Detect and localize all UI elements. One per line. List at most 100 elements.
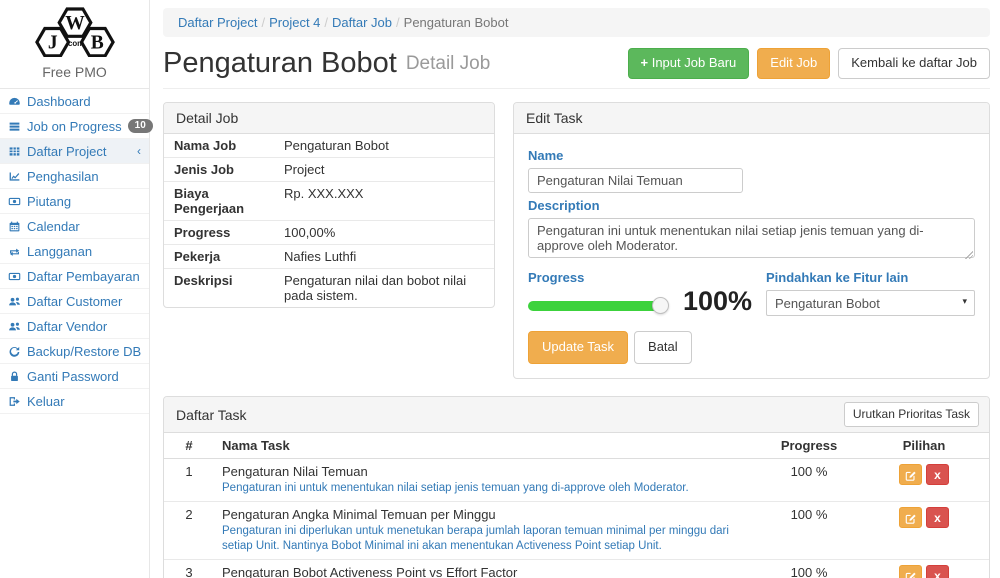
page-subtitle: Detail Job: [406, 53, 491, 75]
sidebar-item-label: Daftar Customer: [27, 294, 122, 309]
move-feature-select[interactable]: Pengaturan Bobot: [766, 290, 975, 316]
daftar-task-panel: Daftar Task Urutkan Prioritas Task # Nam…: [163, 396, 990, 578]
app-window: W J B .com Free PMO Dashboard Job on Pro…: [0, 0, 1000, 578]
sidebar-item-label: Penghasilan: [27, 169, 99, 184]
task-name: Pengaturan Angka Minimal Temuan per Ming…: [222, 507, 751, 522]
sidebar-item-label: Ganti Password: [27, 369, 119, 384]
task-row-2: 2 Pengaturan Angka Minimal Temuan per Mi…: [164, 502, 989, 560]
slider-handle[interactable]: [652, 297, 669, 314]
users-icon: [8, 320, 21, 333]
batal-button[interactable]: Batal: [634, 331, 692, 364]
detail-row-nama-job: Nama Job Pengaturan Bobot: [164, 134, 494, 158]
resize-grip-icon[interactable]: [964, 250, 973, 259]
detail-job-panel: Detail Job Nama Job Pengaturan Bobot Jen…: [163, 102, 495, 308]
form-buttons: Update Task Batal: [528, 331, 975, 364]
task-progress: 100 %: [759, 502, 859, 527]
edit-task-button[interactable]: [899, 565, 922, 578]
lock-icon: [8, 370, 21, 383]
progress-slider[interactable]: [528, 301, 661, 311]
retweet-icon: [8, 245, 21, 258]
sidebar-item-label: Langganan: [27, 244, 92, 259]
sidebar-item-label: Calendar: [27, 219, 80, 234]
sidebar-item-langganan[interactable]: Langganan: [0, 239, 149, 264]
header-buttons: + Input Job Baru Edit Job Kembali ke daf…: [628, 48, 991, 79]
calendar-icon: [8, 220, 21, 233]
chevron-left-icon: ‹: [137, 144, 141, 158]
plus-icon: +: [641, 55, 649, 70]
input-job-baru-button[interactable]: + Input Job Baru: [628, 48, 750, 79]
sign-out-icon: [8, 395, 21, 408]
money-icon: [8, 270, 21, 283]
main-content: Daftar Project/Project 4/Daftar Job/Peng…: [150, 0, 1000, 578]
sidebar-item-calendar[interactable]: Calendar: [0, 214, 149, 239]
task-table-header: # Nama Task Progress Pilihan: [164, 433, 989, 459]
svg-text:.com: .com: [65, 39, 83, 48]
edit-task-button[interactable]: [899, 464, 922, 485]
sidebar-item-daftar-vendor[interactable]: Daftar Vendor: [0, 314, 149, 339]
delete-task-button[interactable]: x: [926, 565, 949, 578]
detail-row-progress: Progress 100,00%: [164, 221, 494, 245]
task-progress: 100 %: [759, 560, 859, 578]
delete-task-button[interactable]: x: [926, 507, 949, 528]
money-icon: [8, 195, 21, 208]
sidebar-item-backup-restore[interactable]: Backup/Restore DB: [0, 339, 149, 364]
page-header: Pengaturan Bobot Detail Job + Input Job …: [163, 47, 990, 89]
svg-text:B: B: [90, 33, 103, 54]
sidebar: W J B .com Free PMO Dashboard Job on Pro…: [0, 0, 150, 578]
update-task-button[interactable]: Update Task: [528, 331, 628, 364]
breadcrumb-link-project-4[interactable]: Project 4: [269, 15, 320, 30]
edit-task-form: Name Description Pengaturan ini untuk me…: [514, 134, 989, 378]
brand-logo[interactable]: W J B .com Free PMO: [0, 0, 149, 89]
sidebar-menu: Dashboard Job on Progress 10 Daftar Proj…: [0, 89, 149, 414]
name-label: Name: [528, 148, 975, 163]
task-name: Pengaturan Nilai Temuan: [222, 464, 751, 479]
urutkan-prioritas-task-button-top[interactable]: Urutkan Prioritas Task: [844, 402, 979, 427]
refresh-icon: [8, 345, 21, 358]
edit-task-panel-title: Edit Task: [514, 103, 989, 134]
sidebar-item-piutang[interactable]: Piutang: [0, 189, 149, 214]
sidebar-item-penghasilan[interactable]: Penghasilan: [0, 164, 149, 189]
edit-job-button[interactable]: Edit Job: [757, 48, 830, 79]
col-nama-task: Nama Task: [214, 433, 759, 458]
breadcrumb-separator: /: [324, 15, 328, 30]
delete-task-button[interactable]: x: [926, 464, 949, 485]
line-chart-icon: [8, 170, 21, 183]
dashboard-icon: [8, 95, 21, 108]
sidebar-item-label: Backup/Restore DB: [27, 344, 141, 359]
sidebar-item-label: Daftar Pembayaran: [27, 269, 140, 284]
col-num: #: [164, 433, 214, 458]
sidebar-item-label: Job on Progress: [27, 119, 122, 134]
edit-task-panel: Edit Task Name Description Pengaturan in…: [513, 102, 990, 379]
task-row-3: 3 Pengaturan Bobot Activeness Point vs E…: [164, 560, 989, 578]
users-icon: [8, 295, 21, 308]
sidebar-item-dashboard[interactable]: Dashboard: [0, 89, 149, 114]
move-feature-label: Pindahkan ke Fitur lain: [766, 270, 975, 285]
task-description-textarea[interactable]: Pengaturan ini untuk menentukan nilai se…: [528, 218, 975, 258]
kembali-ke-daftar-job-button[interactable]: Kembali ke daftar Job: [838, 48, 990, 79]
col-progress: Progress: [759, 433, 859, 458]
sidebar-item-keluar[interactable]: Keluar: [0, 389, 149, 414]
breadcrumb-current: Pengaturan Bobot: [404, 15, 509, 30]
task-description: Pengaturan ini untuk menentukan nilai se…: [222, 481, 751, 496]
page-title: Pengaturan Bobot: [163, 47, 397, 80]
detail-row-jenis-job: Jenis Job Project: [164, 158, 494, 182]
breadcrumb: Daftar Project/Project 4/Daftar Job/Peng…: [163, 8, 990, 37]
breadcrumb-link-daftar-job[interactable]: Daftar Job: [332, 15, 392, 30]
daftar-task-heading: Daftar Task Urutkan Prioritas Task: [164, 397, 989, 433]
table-icon: [8, 145, 21, 158]
breadcrumb-separator: /: [261, 15, 265, 30]
task-row-1: 1 Pengaturan Nilai Temuan Pengaturan ini…: [164, 459, 989, 502]
sidebar-item-label: Daftar Vendor: [27, 319, 107, 334]
col-pilihan: Pilihan: [859, 433, 989, 458]
sidebar-item-daftar-project[interactable]: Daftar Project ‹: [0, 139, 149, 164]
sidebar-item-daftar-pembayaran[interactable]: Daftar Pembayaran: [0, 264, 149, 289]
sidebar-item-job-on-progress[interactable]: Job on Progress 10: [0, 114, 149, 139]
sidebar-item-ganti-password[interactable]: Ganti Password: [0, 364, 149, 389]
daftar-task-title: Daftar Task: [176, 407, 247, 423]
task-progress: 100 %: [759, 459, 859, 484]
sidebar-item-label: Daftar Project: [27, 144, 106, 159]
task-name-input[interactable]: [528, 168, 743, 193]
edit-task-button[interactable]: [899, 507, 922, 528]
breadcrumb-link-daftar-project[interactable]: Daftar Project: [178, 15, 257, 30]
sidebar-item-daftar-customer[interactable]: Daftar Customer: [0, 289, 149, 314]
